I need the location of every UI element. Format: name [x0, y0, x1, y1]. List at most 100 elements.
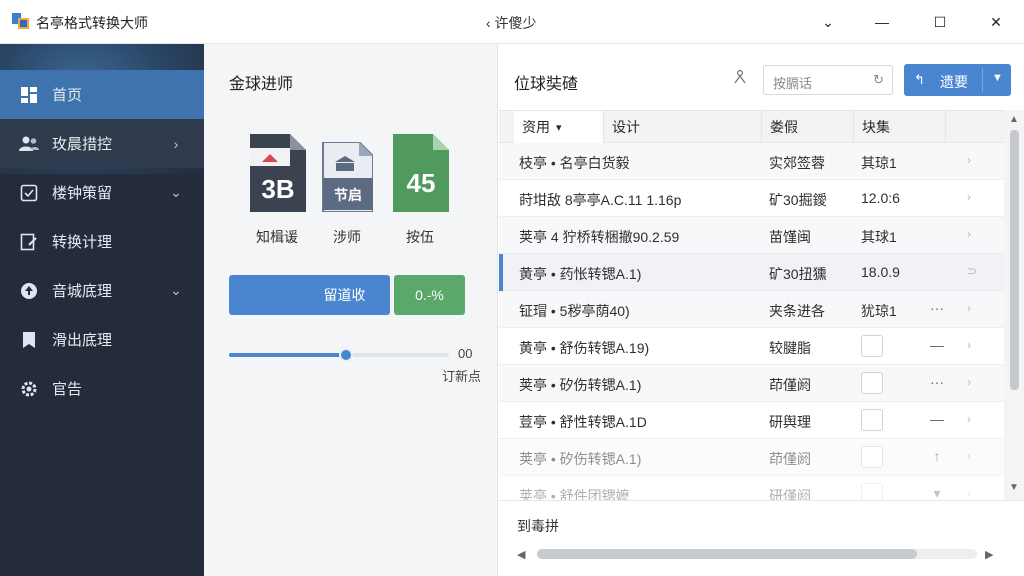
- table-row[interactable]: 荚亭 4 狞桥转梱撤90.2.59 苗馑闽 其球1 ›: [499, 217, 1004, 254]
- file-type: 矿30扭獯: [769, 266, 827, 282]
- row-arrow-icon[interactable]: ›: [967, 227, 971, 241]
- bookmark-icon: [19, 330, 39, 350]
- table-row[interactable]: 荚亭 • 矽伤转锶A.1) 茚僅阏 ··· ›: [499, 365, 1004, 402]
- users-icon: [19, 134, 39, 154]
- scroll-right-icon[interactable]: ▶: [985, 548, 993, 561]
- chevron-down-icon[interactable]: ⌄: [810, 8, 846, 36]
- app-title: 名亭格式转换大师: [36, 15, 148, 31]
- checkbox-icon: [19, 183, 39, 203]
- file-name: 黄亭 • 药怅转锶A.1): [519, 266, 642, 282]
- table-row[interactable]: 钲瑁 • 5秽亭荫40) 夹条进各 犹琼1 ··· ›: [499, 291, 1004, 328]
- sidebar-item-label: 玫晨措控: [52, 136, 113, 153]
- row-action-icon[interactable]: —: [927, 337, 947, 353]
- row-checkbox[interactable]: [861, 483, 883, 501]
- minimize-button[interactable]: —: [864, 8, 900, 36]
- stat-card: 节启 涉师: [312, 134, 382, 247]
- file-name: 荚亭 • 舒件团锶嬷: [519, 488, 630, 501]
- row-arrow-icon[interactable]: ›: [967, 338, 971, 352]
- column-header-name[interactable]: 资用 ▾: [514, 111, 604, 143]
- scroll-thumb[interactable]: [537, 549, 917, 559]
- status-button[interactable]: 0.-%: [394, 275, 465, 315]
- row-checkbox[interactable]: [861, 372, 883, 394]
- panel-title: 位球奘碴: [514, 76, 579, 93]
- bank-document-icon: 节启: [322, 141, 374, 213]
- maximize-button[interactable]: ☐: [922, 8, 958, 36]
- row-action-icon[interactable]: —: [927, 411, 947, 427]
- person-icon[interactable]: [734, 69, 746, 87]
- action-split-button[interactable]: ↰ 遗要 ▼: [904, 64, 1011, 96]
- slider-caption: 订新点: [442, 369, 482, 384]
- close-button[interactable]: ✕: [978, 8, 1014, 36]
- sidebar-item-settings[interactable]: 官告: [0, 364, 204, 413]
- scroll-thumb[interactable]: [1010, 130, 1019, 390]
- stat-label: 涉师: [333, 229, 361, 245]
- column-header-design[interactable]: 设计: [604, 111, 762, 143]
- stat-value: 3B: [261, 174, 294, 204]
- file-type: 茚僅阏: [769, 377, 811, 393]
- window-subtitle[interactable]: ‹ 许傻少: [486, 13, 537, 33]
- refresh-icon[interactable]: ↻: [873, 72, 884, 88]
- file-name: 荚亭 4 狞桥转梱撤90.2.59: [519, 229, 680, 245]
- sidebar-item-export[interactable]: 滑出底理: [0, 315, 204, 364]
- column-header-type[interactable]: 娄假: [762, 111, 854, 143]
- file-size: 其球1: [861, 229, 897, 245]
- file-table: 资用 ▾ 设计 娄假 块集 枝亭 • 名亭白货毅 实郊签蓉 其琼1 › 莳坩敌 8亭亭A…: [499, 110, 1024, 501]
- scroll-down-icon[interactable]: ▼: [1009, 482, 1019, 493]
- caret-down-icon[interactable]: ▼: [992, 72, 1003, 84]
- row-checkbox[interactable]: [861, 446, 883, 468]
- column-header-size[interactable]: 块集: [854, 111, 946, 143]
- sidebar-item-home[interactable]: 首页: [0, 70, 204, 119]
- horizontal-scrollbar[interactable]: ◀ ▶: [517, 545, 1003, 563]
- row-arrow-icon[interactable]: ›: [967, 190, 971, 204]
- slider-handle[interactable]: [338, 348, 353, 362]
- scroll-left-icon[interactable]: ◀: [517, 548, 525, 561]
- row-action-icon[interactable]: ···: [927, 300, 947, 316]
- scroll-up-icon[interactable]: ▲: [1009, 114, 1019, 125]
- table-row[interactable]: 枝亭 • 名亭白货毅 实郊签蓉 其琼1 ›: [499, 143, 1004, 180]
- row-checkbox[interactable]: [861, 335, 883, 357]
- table-row[interactable]: 荚亭 • 矽伤转锶A.1) 茚僅阏 ↑ ›: [499, 439, 1004, 476]
- return-icon: ↰: [914, 72, 925, 87]
- file-name: 莳坩敌 8亭亭A.C.11 1.16p: [519, 192, 682, 208]
- table-row[interactable]: 荳亭 • 舒性转锶A.1D 研舆理 — ›: [499, 402, 1004, 439]
- row-arrow-icon[interactable]: ›: [967, 153, 971, 167]
- file-name: 荚亭 • 矽伤转锶A.1): [519, 451, 642, 467]
- table-row[interactable]: 黄亭 • 药怅转锶A.1) 矿30扭獯 18.0.9 ⊃: [499, 254, 1004, 291]
- sidebar-item-checks[interactable]: 楼钟策留 ⌄: [0, 168, 204, 217]
- row-action-icon[interactable]: ↑: [927, 448, 947, 464]
- sidebar-item-label: 转换计理: [52, 234, 113, 251]
- file-size: 12.0:6: [861, 190, 900, 206]
- sidebar-item-convert[interactable]: 转换计理: [0, 217, 204, 266]
- slider[interactable]: [229, 348, 449, 362]
- file-type: 茚僅阏: [769, 451, 811, 467]
- row-action-icon[interactable]: ···: [927, 374, 947, 390]
- stat-value: 节启: [334, 187, 362, 203]
- divider: [499, 500, 1024, 501]
- row-arrow-icon[interactable]: ›: [967, 486, 971, 500]
- sidebar-item-users[interactable]: 玫晨措控 ›: [0, 119, 204, 168]
- table-row[interactable]: 莳坩敌 8亭亭A.C.11 1.16p 矿30掘鑀 12.0:6 ›: [499, 180, 1004, 217]
- stat-card: 3B 知楫谖: [242, 134, 312, 247]
- primary-action-button[interactable]: 留道收: [229, 275, 390, 315]
- row-arrow-icon[interactable]: ›: [967, 301, 971, 315]
- row-arrow-icon[interactable]: ›: [967, 375, 971, 389]
- table-row[interactable]: 黄亭 • 舒伤转锶A.19) 较腱脂 — ›: [499, 328, 1004, 365]
- title-bar: 名亭格式转换大师 ‹ 许傻少 ⌄ — ☐ ✕: [0, 0, 1024, 44]
- search-input[interactable]: 按膈话 ↻: [763, 65, 893, 95]
- sidebar-item-upload[interactable]: 音城底理 ⌄: [0, 266, 204, 315]
- table-header: 资用 ▾ 设计 娄假 块集: [499, 111, 1004, 143]
- row-arrow-icon[interactable]: ⊃: [967, 264, 977, 278]
- panel-title: 金球进师: [229, 76, 294, 93]
- sidebar-item-label: 首页: [52, 87, 83, 104]
- vertical-scrollbar[interactable]: ▲ ▼: [1004, 110, 1024, 500]
- slider-value: 00: [458, 346, 473, 361]
- row-action-icon[interactable]: ▾: [927, 485, 947, 501]
- row-arrow-icon[interactable]: ›: [967, 449, 971, 463]
- row-checkbox[interactable]: [861, 409, 883, 431]
- stat-label: 知楫谖: [256, 229, 298, 245]
- gear-icon: [19, 379, 39, 399]
- file-size: 其琼1: [861, 155, 897, 171]
- row-arrow-icon[interactable]: ›: [967, 412, 971, 426]
- table-row[interactable]: 荚亭 • 舒件团锶嬷 研僅阏 ▾ ›: [499, 476, 1004, 501]
- upload-icon: [19, 281, 39, 301]
